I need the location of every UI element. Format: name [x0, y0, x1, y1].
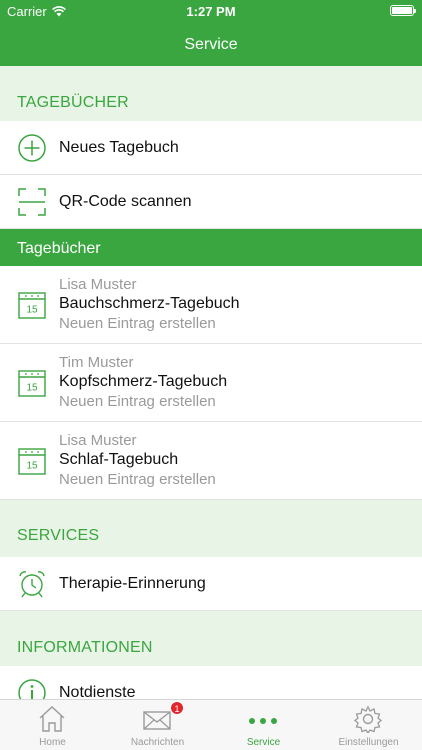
calendar-icon: 15: [18, 448, 46, 475]
section-header-diaries: Tagebücher: [0, 229, 422, 266]
diary-person: Lisa Muster: [59, 276, 137, 293]
diary-title: Bauchschmerz-Tagebuch: [59, 295, 240, 312]
notdienste-row[interactable]: Notdienste: [0, 666, 422, 699]
service-list[interactable]: TAGEBÜCHER Neues Tagebuch QR-Code scanne…: [0, 66, 422, 699]
calendar-icon: 15: [18, 292, 46, 319]
gear-icon: [353, 705, 383, 733]
page-title: Service: [184, 36, 238, 53]
tab-service-label: Service: [246, 737, 281, 748]
tab-home-label: Home: [39, 737, 66, 748]
tab-einstellungen[interactable]: Einstellungen: [316, 700, 421, 750]
therapy-reminder-row[interactable]: Therapie-Erinnerung: [0, 557, 422, 611]
diary-title: Kopfschmerz-Tagebuch: [59, 373, 228, 390]
diary-new-entry: Neuen Eintrag erstellen: [59, 315, 216, 332]
tab-einstellungen-label: Einstellungen: [338, 737, 399, 748]
tab-service[interactable]: Service: [211, 700, 316, 750]
tab-bar: Home 1 Nachrichten Service Einstellungen: [0, 699, 422, 750]
more-dots-icon: [249, 718, 277, 724]
calendar-day: 15: [26, 305, 38, 316]
home-icon: [39, 706, 65, 732]
qr-scan-icon: [18, 188, 46, 216]
unread-badge: 1: [170, 701, 184, 715]
diary-person: Lisa Muster: [59, 432, 137, 449]
section-header-informationen: INFORMATIONEN: [0, 611, 422, 666]
plus-circle-icon: [18, 134, 46, 162]
top-bar: Carrier 1:27 PM Service: [0, 0, 422, 66]
calendar-icon: 15: [18, 370, 46, 397]
tab-nachrichten-label: Nachrichten: [130, 737, 185, 748]
calendar-day: 15: [26, 383, 38, 394]
tab-home[interactable]: Home: [0, 700, 105, 750]
battery-icon: [390, 5, 416, 16]
section-header-tagebuecher: TAGEBÜCHER: [0, 66, 422, 121]
section-header-services: SERVICES: [0, 500, 422, 557]
status-bar: Carrier 1:27 PM: [0, 0, 422, 22]
diary-row-kopfschmerz[interactable]: 15 Tim Muster Kopfschmerz-Tagebuch Neuen…: [0, 344, 422, 422]
therapy-reminder-label: Therapie-Erinnerung: [59, 575, 206, 592]
diary-row-schlaf[interactable]: 15 Lisa Muster Schlaf-Tagebuch Neuen Ein…: [0, 422, 422, 500]
notdienste-label: Notdienste: [59, 684, 136, 699]
info-icon: [18, 679, 46, 699]
diary-new-entry: Neuen Eintrag erstellen: [59, 471, 216, 488]
calendar-day: 15: [26, 461, 38, 472]
qr-scan-row[interactable]: QR-Code scannen: [0, 175, 422, 229]
diary-row-bauchschmerz[interactable]: 15 Lisa Muster Bauchschmerz-Tagebuch Neu…: [0, 266, 422, 344]
clock: 1:27 PM: [186, 4, 236, 19]
envelope-icon: [143, 711, 171, 730]
diary-new-entry: Neuen Eintrag erstellen: [59, 393, 216, 410]
qr-scan-label: QR-Code scannen: [59, 193, 192, 210]
new-diary-label: Neues Tagebuch: [59, 139, 179, 156]
new-diary-row[interactable]: Neues Tagebuch: [0, 121, 422, 175]
diary-title: Schlaf-Tagebuch: [59, 451, 179, 468]
alarm-clock-icon: [19, 571, 45, 598]
tab-nachrichten[interactable]: 1 Nachrichten: [105, 700, 210, 750]
diary-person: Tim Muster: [59, 354, 134, 371]
